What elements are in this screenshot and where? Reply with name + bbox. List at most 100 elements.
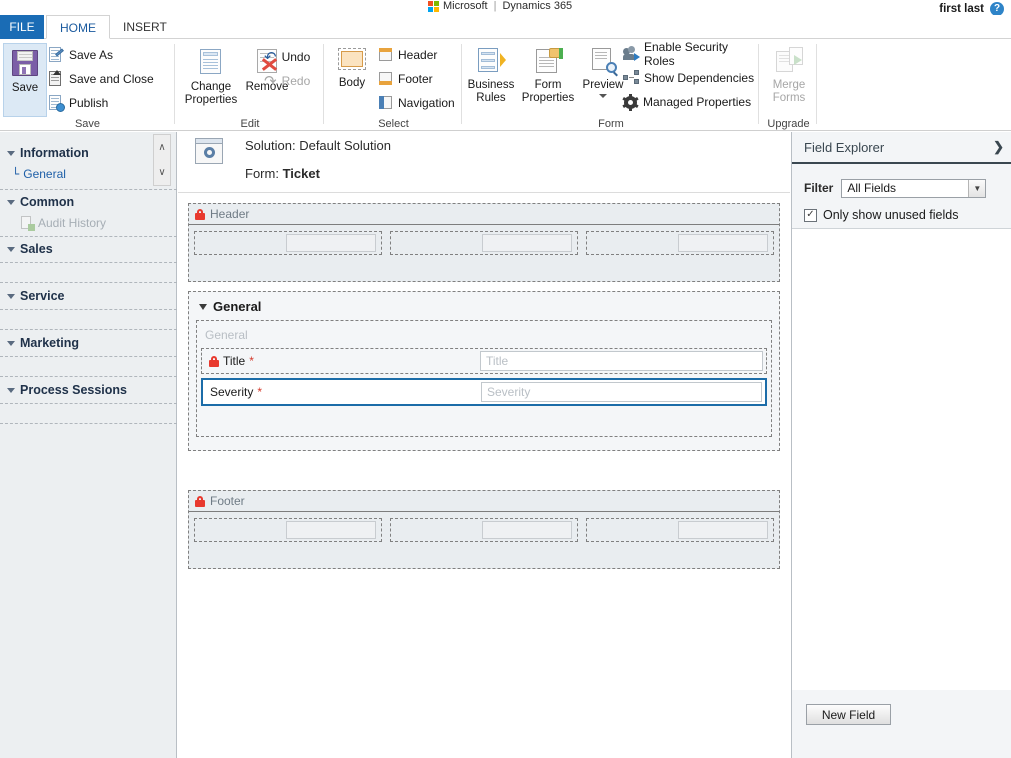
field-explorer-list[interactable] xyxy=(792,228,1011,722)
sidebar-item-audit-history[interactable]: Audit History xyxy=(0,216,177,231)
form-field-severity[interactable]: Severity * Severity xyxy=(201,378,767,406)
publish-label: Publish xyxy=(69,96,109,110)
preview-label: Preview xyxy=(582,79,624,91)
form-tab-general[interactable]: General General Title * Title Severity *… xyxy=(188,291,780,451)
enable-security-roles-label: Enable Security Roles xyxy=(644,40,729,68)
triangle-collapse-icon xyxy=(7,246,15,252)
form-properties-button[interactable]: Form Properties xyxy=(519,43,577,117)
managed-properties-button[interactable]: Managed Properties xyxy=(622,92,751,112)
nav-section-marketing[interactable]: Marketing xyxy=(0,336,177,350)
save-and-close-icon xyxy=(48,70,64,87)
sidebar-item-general-label: General xyxy=(23,167,66,181)
footer-cell-input[interactable] xyxy=(286,521,376,539)
footer-button[interactable]: Footer xyxy=(379,69,433,89)
chevron-right-icon[interactable]: ❯ xyxy=(993,139,1004,155)
save-as-label: Save As xyxy=(69,48,114,62)
ribbon-group-select-label: Select xyxy=(378,118,409,130)
solution-icon xyxy=(195,138,223,164)
new-field-button[interactable]: New Field xyxy=(806,704,891,725)
nav-section-process-sessions[interactable]: Process Sessions xyxy=(0,383,177,397)
footer-cell[interactable] xyxy=(586,518,774,542)
form-header-section[interactable]: Header xyxy=(188,203,780,282)
sidebar-item-general[interactable]: └ General xyxy=(0,167,177,181)
microsoft-logo-icon xyxy=(428,0,439,12)
ribbon-group-upgrade: Merge Forms Upgrade xyxy=(760,39,817,131)
nav-section-common[interactable]: Common xyxy=(0,195,177,209)
redo-arrow-icon: ↷ xyxy=(264,72,277,90)
field-explorer-footer: New Field xyxy=(792,690,1011,758)
left-nav-panel: ∧ ∨ Information └ General Common Audit H… xyxy=(0,132,177,758)
publish-button[interactable]: Publish xyxy=(48,93,108,113)
form-section-general[interactable]: General Title * Title Severity * Severit… xyxy=(196,320,772,437)
only-unused-fields-checkbox[interactable]: ✓ xyxy=(804,208,817,222)
navigation-button[interactable]: Navigation xyxy=(379,93,455,113)
form-tab-general-label: General xyxy=(213,299,262,314)
form-title: Form: Ticket xyxy=(245,166,320,181)
footer-cell[interactable] xyxy=(390,518,578,542)
floppy-disk-icon xyxy=(10,48,40,78)
form-footer-section[interactable]: Footer xyxy=(188,490,780,569)
lock-icon xyxy=(195,495,205,507)
footer-cell[interactable] xyxy=(194,518,382,542)
microsoft-wordmark: Microsoft xyxy=(443,0,488,12)
only-unused-fields-row[interactable]: ✓ Only show unused fields xyxy=(792,204,1011,226)
dependencies-icon xyxy=(623,70,639,86)
nav-section-information[interactable]: Information xyxy=(0,146,177,160)
footer-cell-input[interactable] xyxy=(482,521,572,539)
header-cell[interactable] xyxy=(586,231,774,255)
business-rules-button[interactable]: Business Rules xyxy=(465,43,517,117)
merge-forms-button[interactable]: Merge Forms xyxy=(764,43,814,117)
footer-cell-row xyxy=(189,512,779,547)
lock-icon xyxy=(209,355,219,367)
business-rules-label-line2: Rules xyxy=(476,92,506,105)
filter-select[interactable]: All Fields ▼ xyxy=(841,178,987,198)
filter-select-value: All Fields xyxy=(847,181,897,195)
tab-home[interactable]: HOME xyxy=(46,15,110,39)
show-dependencies-button[interactable]: Show Dependencies xyxy=(623,68,754,88)
save-button-label: Save xyxy=(11,82,39,94)
help-icon[interactable]: ? xyxy=(990,2,1004,16)
header-cell[interactable] xyxy=(390,231,578,255)
form-footer-section-title: Footer xyxy=(189,491,779,512)
tab-file[interactable]: FILE xyxy=(0,15,44,39)
tab-insert[interactable]: INSERT xyxy=(110,15,180,39)
ribbon: Save Save As Save and Close Publish Save… xyxy=(0,39,1011,131)
header-cell[interactable] xyxy=(194,231,382,255)
nav-section-information-label: Information xyxy=(20,146,89,160)
chevron-down-icon[interactable] xyxy=(599,94,607,99)
header-cell-input[interactable] xyxy=(678,234,768,252)
form-field-severity-control[interactable]: Severity xyxy=(481,382,762,402)
form-properties-icon xyxy=(533,47,563,75)
change-properties-button[interactable]: Change Properties xyxy=(182,43,240,117)
business-rules-icon xyxy=(476,47,506,75)
enable-security-roles-button[interactable]: Enable Security Roles xyxy=(623,40,759,68)
preview-button[interactable]: Preview xyxy=(579,43,627,117)
form-canvas: Header General General Title * Title Sev… xyxy=(178,193,790,758)
nav-section-sales-label: Sales xyxy=(20,242,53,256)
header-cell-input[interactable] xyxy=(286,234,376,252)
body-button[interactable]: Body xyxy=(330,43,374,117)
only-unused-fields-label: Only show unused fields xyxy=(823,208,959,222)
save-and-close-button[interactable]: Save and Close xyxy=(48,69,154,89)
footer-cell-input[interactable] xyxy=(678,521,768,539)
nav-section-common-label: Common xyxy=(20,195,75,209)
triangle-collapse-icon xyxy=(7,199,15,205)
form-field-title-control[interactable]: Title xyxy=(480,351,763,371)
preview-icon xyxy=(588,47,618,77)
undo-button[interactable]: ↶ Undo xyxy=(264,47,310,67)
nav-section-service[interactable]: Service xyxy=(0,289,177,303)
chevron-down-icon[interactable]: ▼ xyxy=(968,179,986,197)
change-properties-label-line2: Properties xyxy=(184,94,238,107)
merge-forms-label-line1: Merge xyxy=(772,79,806,91)
change-properties-icon xyxy=(196,47,226,77)
filter-label: Filter xyxy=(804,181,834,195)
form-field-title[interactable]: Title * Title xyxy=(201,348,767,374)
form-field-title-label: Title * xyxy=(202,354,480,368)
nav-section-sales[interactable]: Sales xyxy=(0,242,177,256)
header-button[interactable]: Header xyxy=(379,45,437,65)
header-cell-input[interactable] xyxy=(482,234,572,252)
redo-button[interactable]: ↷ Redo xyxy=(264,71,310,91)
save-as-button[interactable]: Save As xyxy=(48,45,113,65)
triangle-collapse-icon[interactable] xyxy=(199,303,207,310)
save-button[interactable]: Save xyxy=(3,43,47,117)
